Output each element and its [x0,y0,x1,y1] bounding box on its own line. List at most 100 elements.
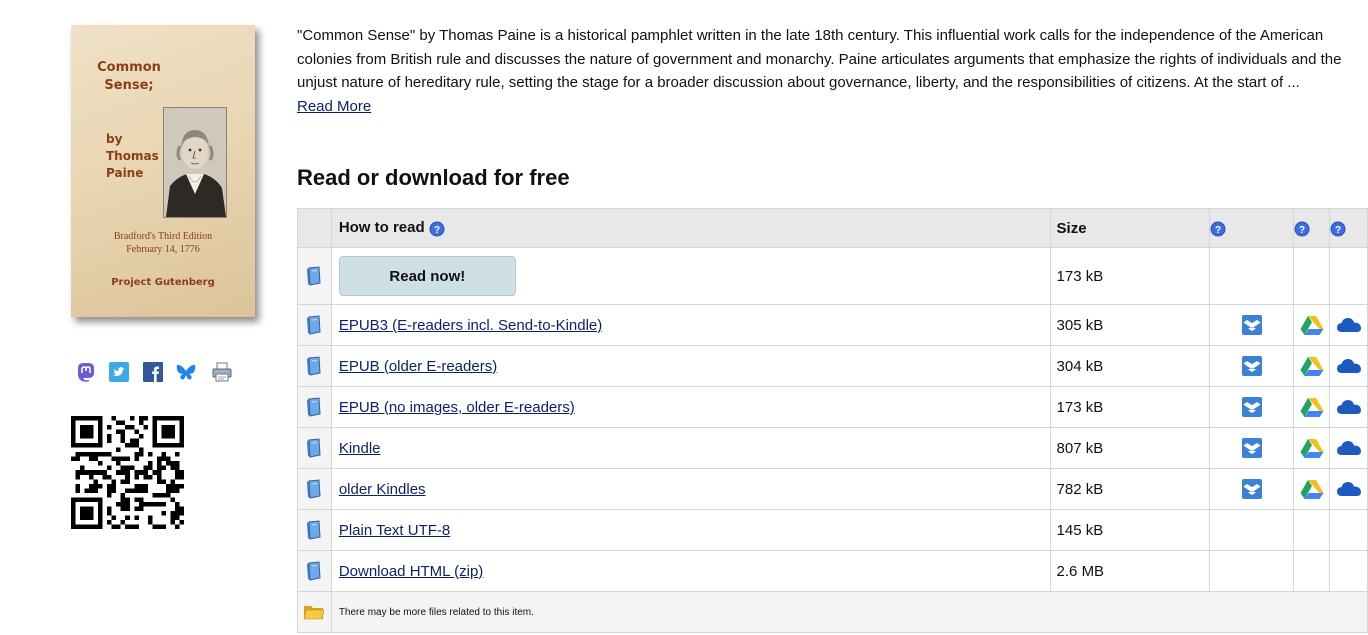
author-portrait-image [163,107,227,218]
book-icon [306,315,322,335]
dropbox-cell [1209,386,1295,428]
table-row: EPUB (no images, older E-readers) 173 kB [297,386,1368,428]
file-format-cell: Plain Text UTF-8 [330,509,1051,551]
file-format-link[interactable]: Plain Text UTF-8 [339,522,450,539]
cover-publisher: Project Gutenberg [111,277,215,288]
dropbox-icon[interactable] [1241,314,1263,336]
google-drive-icon[interactable] [1300,315,1324,335]
qr-code [71,416,184,529]
dropbox-icon[interactable] [1241,355,1263,377]
table-row: older Kindles 782 kB [297,468,1368,510]
header-gdrive-help: ? [1293,208,1331,248]
file-format-cell: older Kindles [330,468,1051,510]
summary-text: "Common Sense" by Thomas Paine is a hist… [297,27,1342,91]
dropbox-icon[interactable] [1241,478,1263,500]
print-icon[interactable] [211,361,233,383]
gdrive-cell [1293,345,1331,387]
svg-text:?: ? [1335,225,1341,236]
bluesky-icon[interactable] [175,361,197,383]
file-size: 304 kB [1049,345,1211,387]
gdrive-cell [1293,304,1331,346]
file-size: 807 kB [1049,427,1211,469]
file-format-link[interactable]: EPUB (no images, older E-readers) [339,399,575,416]
onedrive-icon[interactable] [1336,480,1362,498]
dropbox-icon[interactable] [1241,437,1263,459]
table-row: EPUB3 (E-readers incl. Send-to-Kindle) 3… [297,304,1368,346]
google-drive-icon[interactable] [1300,356,1324,376]
cover-title: Common Sense; [97,60,161,93]
help-icon[interactable]: ? [429,221,445,237]
help-icon[interactable]: ? [1330,221,1346,237]
folder-icon[interactable] [303,603,325,621]
help-icon[interactable]: ? [1294,221,1310,237]
file-format-link[interactable]: older Kindles [339,481,426,498]
book-icon-cell [297,247,332,305]
svg-text:?: ? [1215,225,1221,236]
book-icon-cell [297,427,332,469]
table-row: Plain Text UTF-8 145 kB [297,509,1368,551]
book-cover: Common Sense; by Thomas Paine Bradford's… [71,25,255,317]
table-row: Download HTML (zip) 2.6 MB [297,550,1368,592]
file-format-link[interactable]: EPUB3 (E-readers incl. Send-to-Kindle) [339,317,602,334]
book-icon-cell [297,550,332,592]
onedrive-icon[interactable] [1336,439,1362,457]
header-size: Size [1049,208,1211,248]
google-drive-icon[interactable] [1300,397,1324,417]
book-icon [306,356,322,376]
svg-text:?: ? [434,225,440,236]
book-icon-cell [297,304,332,346]
book-icon [306,438,322,458]
book-icon-cell [297,509,332,551]
file-format-link[interactable]: Download HTML (zip) [339,563,484,580]
book-icon [306,561,322,581]
file-format-cell: Download HTML (zip) [330,550,1051,592]
more-files-row[interactable]: There may be more files related to this … [297,591,1368,633]
file-format-cell: Kindle [330,427,1051,469]
read-more-link[interactable]: Read More [297,98,371,115]
file-format-cell: EPUB3 (E-readers incl. Send-to-Kindle) [330,304,1051,346]
header-icon-cell [297,208,332,248]
onedrive-icon[interactable] [1336,316,1362,334]
cover-author: by Thomas Paine [106,132,159,180]
dropbox-icon[interactable] [1241,396,1263,418]
book-summary: "Common Sense" by Thomas Paine is a hist… [297,24,1367,118]
book-icon [306,266,322,286]
google-drive-icon[interactable] [1300,479,1324,499]
book-icon [306,520,322,540]
onedrive-cell [1329,468,1368,510]
facebook-icon[interactable] [142,361,164,383]
mastodon-icon[interactable] [75,361,97,383]
book-icon-cell [297,386,332,428]
onedrive-icon[interactable] [1336,398,1362,416]
gdrive-cell [1293,386,1331,428]
onedrive-icon[interactable] [1336,357,1362,375]
file-format-link[interactable]: Kindle [339,440,381,457]
svg-text:?: ? [1299,225,1305,236]
header-dropbox-help: ? [1209,208,1295,248]
download-table-header: How to read ? Size ? ? ? [297,208,1368,248]
file-size: 782 kB [1049,468,1211,510]
book-icon-cell [297,468,332,510]
book-icon [306,479,322,499]
book-icon-cell [297,345,332,387]
onedrive-cell [1329,304,1368,346]
folder-icon-cell [297,591,332,633]
dropbox-cell [1209,304,1295,346]
table-row: Kindle 807 kB [297,427,1368,469]
file-format-link[interactable]: EPUB (older E-readers) [339,358,497,375]
twitter-icon[interactable] [108,361,130,383]
onedrive-cell [1329,345,1368,387]
dropbox-cell [1209,345,1295,387]
dropbox-cell [1209,468,1295,510]
more-files-note: There may be more files related to this … [330,591,1368,633]
help-icon[interactable]: ? [1210,221,1226,237]
file-size: 145 kB [1049,509,1211,551]
google-drive-icon[interactable] [1300,438,1324,458]
dropbox-cell [1209,427,1295,469]
table-row: EPUB (older E-readers) 304 kB [297,345,1368,387]
gdrive-cell [1293,427,1331,469]
cover-edition: Bradford's Third Edition February 14, 17… [113,231,213,255]
download-section-title: Read or download for free [297,165,570,190]
read-now-button[interactable]: Read now! [338,256,516,296]
table-row: Read now! 173 kB [297,247,1368,305]
